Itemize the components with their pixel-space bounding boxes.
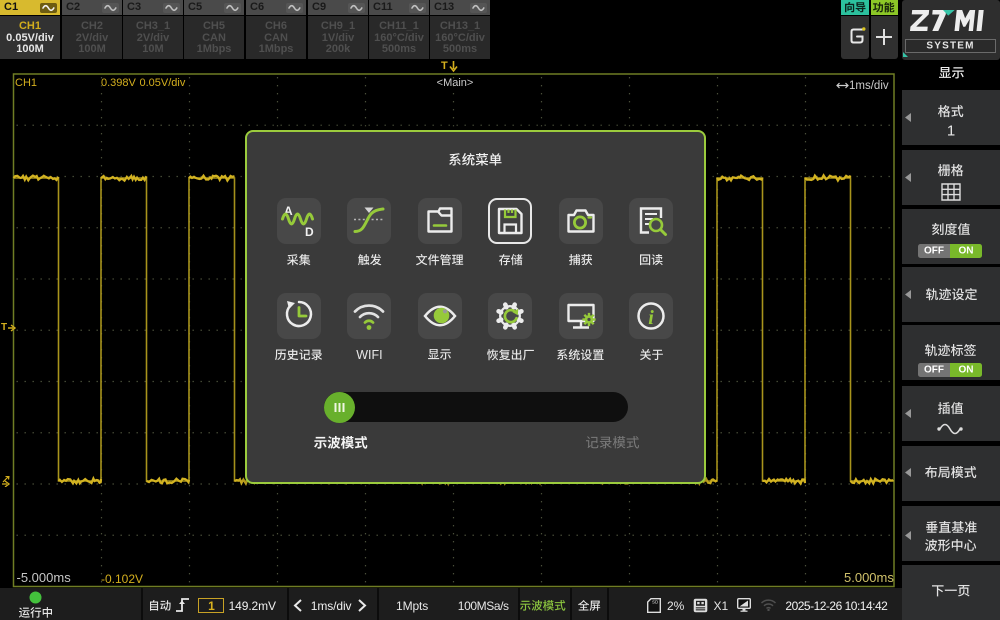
svg-text:D: D bbox=[305, 225, 314, 239]
svg-text:i: i bbox=[648, 307, 654, 329]
svg-text:SD: SD bbox=[652, 599, 659, 604]
